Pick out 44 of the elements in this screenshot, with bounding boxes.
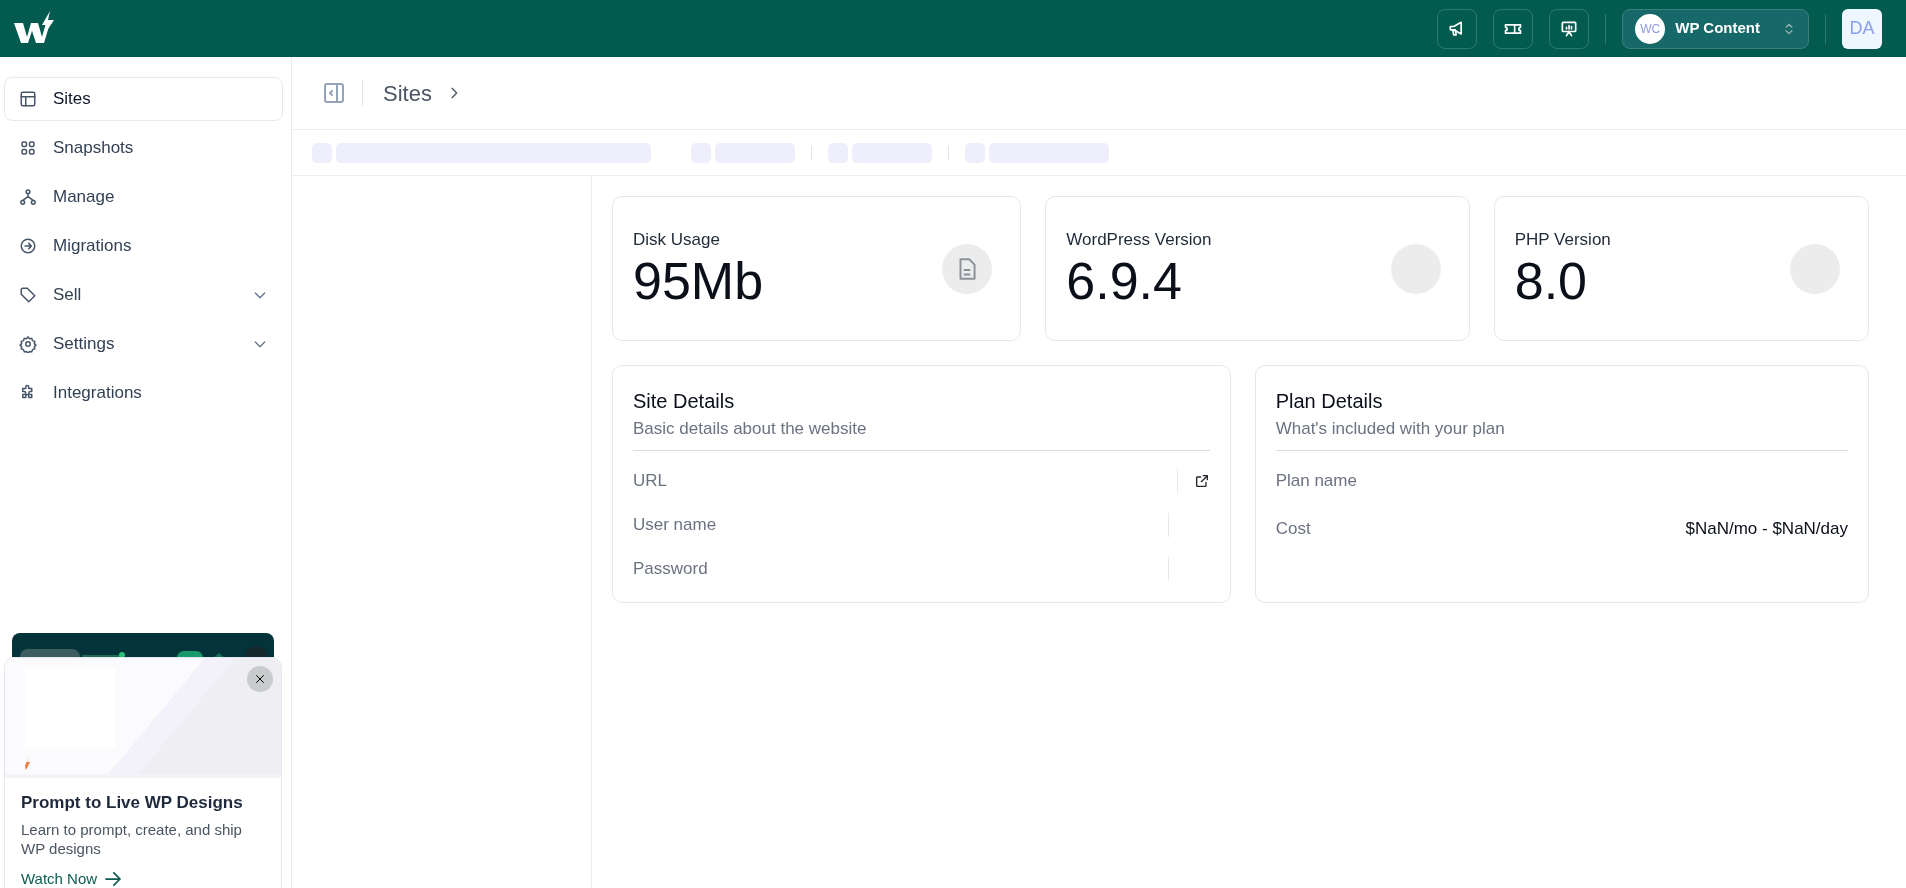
workspace-switcher[interactable]: WC WP Content <box>1622 8 1809 49</box>
card-subtitle: What's included with your plan <box>1275 418 1506 440</box>
settings-icon <box>19 335 37 353</box>
stat-value: 95Mb <box>633 252 764 310</box>
stat-value: 8.0 <box>1514 252 1588 310</box>
external-link-button[interactable] <box>1193 472 1210 489</box>
detail-label: Plan name <box>1275 469 1357 492</box>
announcement-button[interactable] <box>1437 8 1478 49</box>
grid-icon <box>19 139 37 157</box>
detail-label: User name <box>633 513 717 536</box>
sidebar-item[interactable]: Integrations <box>4 371 283 415</box>
detail-value: $NaN/mo - $NaN/day <box>1685 517 1848 540</box>
tag-icon <box>19 286 37 304</box>
sidebar-toggle-icon <box>322 81 346 105</box>
sitemap-icon <box>19 188 37 206</box>
stat-label: WordPress Version <box>1066 229 1212 252</box>
external-link-icon <box>1193 472 1210 489</box>
breadcrumb-link[interactable]: Sites <box>383 76 432 110</box>
presentation-button[interactable] <box>1549 8 1590 49</box>
arrow-right-icon <box>105 871 122 886</box>
card-title: Plan Details <box>1275 389 1384 414</box>
promo-title: Prompt to Live WP Designs <box>21 792 244 814</box>
layout-icon <box>19 90 37 108</box>
sidebar-item[interactable]: Snapshots <box>4 126 283 170</box>
card-subtitle: Basic details about the website <box>633 418 868 440</box>
watch-now-link[interactable]: Watch Now <box>21 867 122 888</box>
workspace-avatar: WC <box>1635 13 1666 44</box>
sidebar-item[interactable]: Sites <box>4 77 283 121</box>
close-icon <box>254 673 266 685</box>
sidebar-item[interactable]: Manage <box>4 175 283 219</box>
stat-label: PHP Version <box>1514 229 1611 252</box>
arrow-circle-icon <box>19 237 37 255</box>
sidebar-item[interactable]: Sell <box>4 273 283 317</box>
detail-label: URL <box>633 469 667 492</box>
detail-label: Cost <box>1275 517 1311 540</box>
sidebar-item[interactable]: Migrations <box>4 224 283 268</box>
stat-label: Disk Usage <box>633 229 721 252</box>
promo-description: Learn to prompt, create, and ship WP designs <box>21 819 243 859</box>
stat-value: 6.9.4 <box>1066 252 1183 310</box>
sidebar-item[interactable]: Settings <box>4 322 283 366</box>
card-title: Site Details <box>633 389 736 414</box>
detail-label: Password <box>633 557 708 580</box>
sidebar-toggle-button[interactable] <box>322 81 346 105</box>
ticket-button[interactable] <box>1493 8 1534 49</box>
